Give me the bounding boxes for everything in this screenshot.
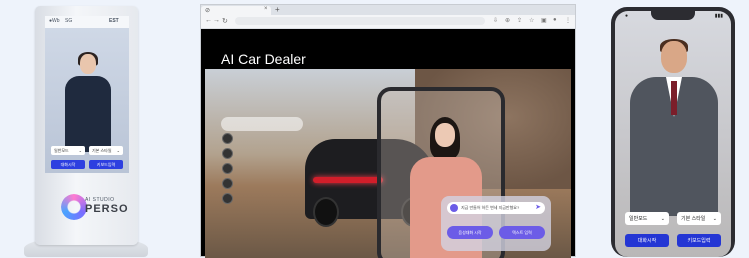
globe-icon: ⊘ (205, 8, 211, 14)
chat-placeholder: 지금 만들어 하든 변세 지금만형요? (461, 205, 520, 210)
star-icon[interactable]: ☆ (529, 17, 534, 24)
brand-title: PERSO (85, 203, 129, 215)
kiosk-keyboard-button[interactable]: 키보드입력 (89, 160, 123, 169)
phone-screen: ● ▮▮▮ 일반모드 ⌄ 기본 스타일 ⌄ 대화시작 키보드입력 (615, 11, 731, 257)
reload-icon[interactable]: ↻ (222, 17, 228, 25)
ai-studio-logo-icon (61, 194, 87, 220)
chevron-down-icon: ⌄ (78, 148, 82, 153)
voice-chat-button[interactable]: 음성대화 시작 (447, 226, 493, 239)
kiosk-device: ●Wb SG EST 일반모드 ⌄ 기본 스타일 ⌄ 대화시작 키보드입력 AI S… (35, 6, 138, 245)
kiosk-mode-select[interactable]: 일반모드 ⌄ (51, 146, 85, 155)
phone-avatar (630, 39, 718, 216)
close-icon[interactable]: × (264, 6, 268, 12)
phone-style-select[interactable]: 기본 스타일 ⌄ (677, 212, 721, 225)
mic-icon (450, 204, 458, 212)
phone-notch (651, 11, 695, 20)
kiosk-start-chat-button[interactable]: 대화시작 (51, 160, 85, 169)
kiosk-mode-label: 일반모드 (54, 147, 69, 153)
share-icon[interactable]: ⇪ (517, 17, 522, 24)
url-input[interactable] (235, 17, 485, 25)
kiosk-start-chat-label: 대화시작 (60, 161, 76, 167)
kiosk-style-label: 기본 스타일 (92, 147, 112, 153)
kiosk-logo-3: EST (109, 18, 119, 24)
chevron-down-icon: ⌄ (116, 148, 120, 153)
forward-icon[interactable]: → (213, 17, 220, 24)
address-bar: ← → ↻ ⇩ ⊕ ⇪ ☆ ▣ ● ⋮ (201, 15, 575, 29)
kiosk-keyboard-label: 키보드입력 (96, 161, 116, 167)
send-icon[interactable]: ➤ (535, 203, 541, 211)
browser-tab[interactable]: ⊘ × (201, 6, 271, 15)
kiosk-style-select[interactable]: 기본 스타일 ⌄ (89, 146, 123, 155)
phone-keyboard-label: 키보드입력 (687, 238, 711, 244)
back-icon[interactable]: ← (205, 17, 212, 24)
menu-icon[interactable]: ⋮ (565, 17, 571, 24)
status-time-icon: ● (625, 13, 629, 19)
browser-window: ⊘ × + ← → ↻ ⇩ ⊕ ⇪ ☆ ▣ ● ⋮ AI Car Dealer (200, 4, 576, 258)
phone-start-chat-label: 대화시작 (637, 238, 657, 244)
ghost-search-bar[interactable] (221, 117, 303, 131)
kiosk-screen: ●Wb SG EST 일반모드 ⌄ 기본 스타일 ⌄ 대화시작 키보드입력 (45, 16, 129, 173)
zoom-icon[interactable]: ⊕ (505, 17, 510, 24)
kiosk-logo-2: SG (65, 18, 73, 24)
side-nav-dot-2[interactable] (222, 148, 233, 159)
chevron-down-icon: ⌄ (660, 215, 665, 222)
battery-icon: ▮▮▮ (714, 13, 723, 19)
download-icon[interactable]: ⇩ (493, 17, 498, 24)
phone-keyboard-button[interactable]: 키보드입력 (677, 234, 721, 247)
phone-style-label: 기본 스타일 (681, 216, 706, 222)
voice-chat-label: 음성대화 시작 (458, 229, 482, 235)
phone-start-chat-button[interactable]: 대화시작 (625, 234, 669, 247)
phone-mode-select[interactable]: 일반모드 ⌄ (625, 212, 669, 225)
extension-icon[interactable]: ▣ (541, 17, 547, 24)
side-nav-dot-4[interactable] (222, 178, 233, 189)
text-input-button[interactable]: 텍스트 입력 (499, 226, 545, 239)
side-nav-dot-1[interactable] (222, 133, 233, 144)
phone-device: ● ▮▮▮ 일반모드 ⌄ 기본 스타일 ⌄ 대화시작 키보드입력 (611, 7, 735, 257)
kiosk-avatar (65, 52, 111, 154)
side-nav-dot-5[interactable] (222, 193, 233, 204)
chevron-down-icon: ⌄ (712, 215, 717, 222)
phone-mode-label: 일반모드 (629, 216, 648, 222)
new-tab-icon[interactable]: + (275, 5, 280, 15)
kiosk-logo-1: ●Wb (49, 18, 60, 24)
tab-bar: ⊘ × + (201, 5, 575, 15)
chat-input[interactable]: 지금 만들어 하든 변세 지금만형요? ➤ (447, 202, 545, 214)
profile-icon[interactable]: ● (553, 17, 557, 23)
chat-panel: 지금 만들어 하든 변세 지금만형요? ➤ 음성대화 시작 텍스트 입력 (441, 196, 551, 251)
text-input-label: 텍스트 입력 (512, 229, 532, 235)
page-title: AI Car Dealer (221, 51, 306, 67)
kiosk-topbar: ●Wb SG EST (45, 16, 129, 28)
side-nav-dot-3[interactable] (222, 163, 233, 174)
